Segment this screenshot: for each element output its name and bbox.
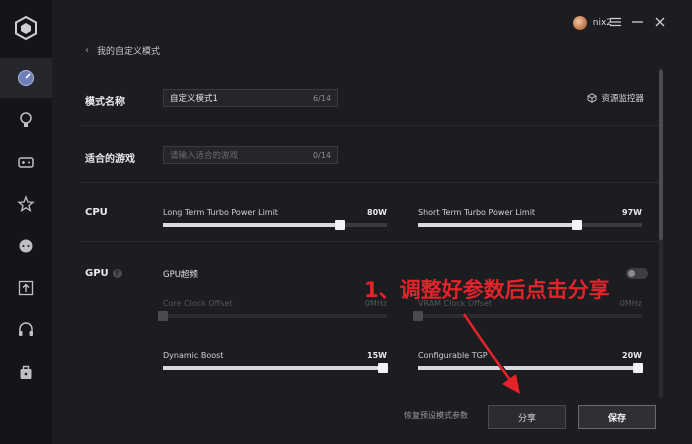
divider	[80, 241, 662, 242]
sidebar-item-games[interactable]	[0, 142, 52, 182]
cube-icon	[588, 93, 597, 103]
slider-track[interactable]	[418, 220, 642, 230]
mode-name-field[interactable]: 自定义模式1 6/14	[163, 89, 338, 107]
slider-value: 0MHz	[619, 299, 642, 308]
sidebar-item-community[interactable]	[0, 226, 52, 266]
sidebar-item-upload[interactable]	[0, 268, 52, 308]
slider-value: 20W	[622, 351, 642, 360]
scrollbar-thumb[interactable]	[659, 70, 663, 240]
slider-thumb[interactable]	[334, 220, 345, 230]
slider-name: Core Clock Offset	[163, 299, 233, 308]
red-arrow-icon	[462, 313, 522, 396]
gpu-overclock-toggle[interactable]	[626, 268, 648, 279]
sidebar-item-lighting[interactable]	[0, 100, 52, 140]
app-logo-icon	[13, 15, 39, 41]
slider-thumb[interactable]	[377, 363, 388, 373]
slider-name: Short Term Turbo Power Limit	[418, 208, 536, 217]
configurable-tgp-slider[interactable]: Configurable TGP 20W	[418, 351, 643, 373]
breadcrumb[interactable]: ‹ 我的自定义模式	[85, 44, 160, 57]
scrollbar[interactable]	[659, 68, 663, 398]
dynamic-boost-slider[interactable]: Dynamic Boost 15W	[163, 351, 388, 373]
slider-thumb[interactable]	[413, 311, 423, 321]
core-clock-slider[interactable]: Core Clock Offset 0MHz	[158, 299, 387, 321]
back-chevron-icon[interactable]: ‹	[85, 45, 89, 56]
slider-track[interactable]	[413, 311, 642, 321]
slider-track[interactable]	[418, 363, 643, 373]
menu-icon[interactable]	[606, 13, 624, 31]
minimize-icon[interactable]	[628, 13, 646, 31]
sidebar-item-favorites[interactable]	[0, 184, 52, 224]
gpu-overclock-label: GPU超频	[163, 270, 198, 280]
chat-icon	[19, 239, 33, 253]
slider-track[interactable]	[158, 311, 387, 321]
games-label: 适合的游戏	[85, 154, 135, 165]
avatar	[572, 16, 587, 30]
slider-thumb[interactable]	[572, 220, 583, 230]
short-term-power-slider[interactable]: Short Term Turbo Power Limit 97W	[418, 208, 642, 230]
resource-monitor-link[interactable]: 资源监控器	[587, 92, 644, 104]
save-button[interactable]: 保存	[578, 405, 656, 429]
sidebar-item-tools[interactable]	[0, 352, 52, 392]
sidebar-item-audio[interactable]	[0, 310, 52, 350]
mode-name-count: 6/14	[313, 93, 331, 103]
long-term-power-slider[interactable]: Long Term Turbo Power Limit 80W	[163, 208, 387, 230]
breadcrumb-title: 我的自定义模式	[97, 47, 161, 57]
resource-monitor-label: 资源监控器	[601, 94, 644, 104]
mode-name-value: 自定义模式1	[170, 94, 218, 104]
divider	[80, 125, 662, 126]
slider-value: 80W	[367, 208, 387, 217]
main-panel: nix2 ‹ 我的自定义模式 模式名称 自定义模式1 6/14 资源监控器 适合…	[52, 0, 692, 444]
games-count: 0/14	[313, 150, 331, 160]
headset-icon	[19, 322, 33, 336]
games-field[interactable]: 请输入适合的游戏 0/14	[163, 146, 338, 164]
slider-thumb[interactable]	[632, 363, 643, 373]
gpu-label: GPU?	[85, 268, 122, 279]
slider-name: Long Term Turbo Power Limit	[163, 208, 278, 217]
performance-gauge-icon	[18, 70, 34, 86]
mode-name-label: 模式名称	[85, 97, 125, 108]
tutorial-annotation: 1、调整好参数后点击分享	[364, 278, 610, 302]
lightbulb-icon	[20, 112, 32, 127]
slider-track[interactable]	[163, 363, 388, 373]
slider-track[interactable]	[163, 220, 387, 230]
close-icon[interactable]	[651, 13, 669, 31]
slider-value: 97W	[622, 208, 642, 217]
toolbox-icon	[20, 365, 32, 379]
upload-icon	[18, 280, 34, 296]
share-button[interactable]: 分享	[488, 405, 566, 429]
gamepad-icon	[18, 157, 34, 168]
slider-name: Dynamic Boost	[163, 351, 224, 360]
divider	[80, 182, 662, 183]
cpu-label: CPU	[85, 207, 108, 218]
help-icon[interactable]: ?	[112, 268, 122, 278]
sidebar-item-performance[interactable]	[0, 58, 52, 98]
restore-defaults-link[interactable]: 恢复预设模式参数	[404, 410, 468, 421]
slider-thumb[interactable]	[158, 311, 168, 321]
games-placeholder: 请输入适合的游戏	[170, 151, 239, 161]
gpu-label-text: GPU	[85, 268, 109, 279]
slider-value: 15W	[367, 351, 387, 360]
sidebar	[0, 0, 52, 444]
star-icon	[17, 195, 35, 213]
